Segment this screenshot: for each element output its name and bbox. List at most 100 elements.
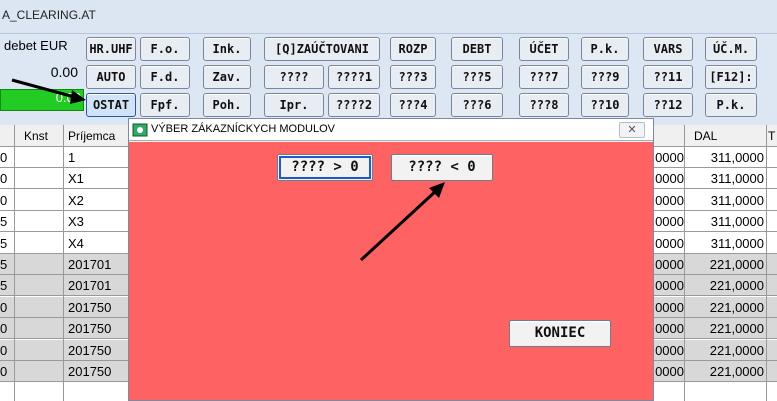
window-title: A_CLEARING.AT bbox=[2, 8, 96, 22]
btn-ostat[interactable]: OSTAT bbox=[86, 93, 136, 117]
btn-fd[interactable]: F.d. bbox=[140, 65, 190, 89]
cell-num1: 0000 bbox=[655, 321, 684, 337]
btn-zav[interactable]: Zav. bbox=[203, 65, 251, 89]
annotation-arrow-icon bbox=[359, 182, 445, 262]
btn-unknown-12[interactable]: ??12 bbox=[643, 93, 693, 117]
btn-pk-2[interactable]: P.k. bbox=[705, 93, 757, 117]
cell-knst: 5 bbox=[0, 214, 8, 230]
cell-prijemca: 201750 bbox=[68, 364, 112, 379]
toolbar: debet EUR 0.00 0.00 HR.UHF F.o. Ink. [Q]… bbox=[0, 34, 777, 125]
col-header-dal[interactable]: DAL bbox=[694, 129, 717, 143]
cell-dal: 311,0000 bbox=[710, 214, 764, 230]
btn-zauctovani[interactable]: [Q]ZAÚČTOVANI bbox=[264, 37, 380, 61]
btn-unknown-4[interactable]: ???4 bbox=[390, 93, 436, 117]
cell-knst: 0 bbox=[0, 150, 8, 165]
cell-num1: 0000 bbox=[655, 214, 684, 230]
cell-dal: 311,0000 bbox=[710, 150, 764, 165]
cell-prijemca: 201701 bbox=[68, 278, 112, 294]
btn-unknown-3[interactable]: ???3 bbox=[390, 65, 436, 89]
cell-num1: 0000 bbox=[655, 235, 684, 251]
cell-knst: 0 bbox=[0, 342, 8, 358]
btn-unknown-7[interactable]: ???7 bbox=[519, 65, 569, 89]
dialog-titlebar[interactable]: VÝBER ZÁKAZNÍCKYCH MODULOV ✕ bbox=[129, 119, 653, 141]
btn-unknown-10[interactable]: ??10 bbox=[581, 93, 629, 117]
btn-unknown-8[interactable]: ???8 bbox=[519, 93, 569, 117]
module-select-dialog: VÝBER ZÁKAZNÍCKYCH MODULOV ✕ ???? > 0 ??… bbox=[128, 118, 654, 401]
btn-unknown-9[interactable]: ???9 bbox=[581, 65, 629, 89]
cell-knst: 0 bbox=[0, 321, 8, 337]
btn-unknown-5[interactable]: ???5 bbox=[451, 65, 503, 89]
btn-koniec[interactable]: KONIEC bbox=[509, 320, 611, 347]
cell-knst: 0 bbox=[0, 192, 8, 208]
btn-ucet[interactable]: ÚČET bbox=[519, 37, 569, 61]
btn-unknown-6[interactable]: ???6 bbox=[451, 93, 503, 117]
cell-dal: 311,0000 bbox=[710, 192, 764, 208]
cell-prijemca: X3 bbox=[68, 214, 84, 230]
cell-dal: 221,0000 bbox=[709, 257, 764, 272]
btn-ucm[interactable]: ÚČ.M. bbox=[705, 37, 757, 61]
cell-knst: 0 bbox=[0, 171, 8, 187]
cell-num1: 0000 bbox=[655, 257, 684, 272]
cell-num1: 0000 bbox=[655, 364, 684, 379]
btn-hr-uhf[interactable]: HR.UHF bbox=[86, 37, 136, 61]
btn-pk[interactable]: P.k. bbox=[581, 37, 629, 61]
cell-knst: 5 bbox=[0, 235, 8, 251]
btn-vars[interactable]: VARS bbox=[643, 37, 693, 61]
app-icon bbox=[132, 123, 148, 137]
cell-prijemca: 201750 bbox=[68, 299, 112, 315]
btn-unknown-a[interactable]: ???? bbox=[264, 65, 324, 89]
btn-poh[interactable]: Poh. bbox=[203, 93, 251, 117]
cell-prijemca: X2 bbox=[68, 192, 84, 208]
cell-prijemca: X4 bbox=[68, 235, 84, 251]
col-header-knst[interactable]: Knst bbox=[24, 129, 48, 143]
cell-num1: 0000 bbox=[655, 299, 684, 315]
col-header-t[interactable]: T bbox=[768, 129, 775, 143]
grid-divider bbox=[684, 125, 685, 401]
cell-dal: 221,0000 bbox=[709, 342, 764, 358]
cell-prijemca: X1 bbox=[68, 171, 84, 187]
btn-rozp[interactable]: ROZP bbox=[390, 37, 436, 61]
green-amount-field[interactable]: 0.00 bbox=[0, 89, 84, 111]
cell-dal: 221,0000 bbox=[709, 299, 764, 315]
cell-knst: 0 bbox=[0, 364, 8, 379]
cell-dal: 311,0000 bbox=[710, 235, 764, 251]
cell-num1: 0000 bbox=[655, 150, 684, 165]
cell-num1: 0000 bbox=[655, 171, 684, 187]
cell-prijemca: 201701 bbox=[68, 257, 112, 272]
grid-divider bbox=[766, 125, 767, 401]
window-titlebar: A_CLEARING.AT bbox=[0, 0, 777, 34]
cell-prijemca: 1 bbox=[68, 150, 76, 165]
cell-knst: 5 bbox=[0, 278, 8, 294]
btn-negative[interactable]: ???? < 0 bbox=[391, 154, 493, 181]
btn-fpf[interactable]: Fpf. bbox=[140, 93, 190, 117]
cell-knst: 5 bbox=[0, 257, 8, 272]
cell-num1: 0000 bbox=[655, 342, 684, 358]
cell-dal: 221,0000 bbox=[709, 364, 764, 379]
close-icon[interactable]: ✕ bbox=[619, 122, 645, 138]
amount-value: 0.00 bbox=[50, 64, 78, 80]
btn-unknown-1[interactable]: ????1 bbox=[328, 65, 380, 89]
grid-divider bbox=[63, 125, 64, 401]
btn-f12[interactable]: [F12]: bbox=[705, 65, 757, 89]
col-header-prijemca[interactable]: Príjemca bbox=[68, 129, 115, 143]
btn-fo[interactable]: F.o. bbox=[140, 37, 190, 61]
grid-divider bbox=[14, 125, 15, 401]
btn-ink[interactable]: Ink. bbox=[203, 37, 251, 61]
cell-prijemca: 201750 bbox=[68, 342, 112, 358]
dialog-title: VÝBER ZÁKAZNÍCKYCH MODULOV bbox=[151, 123, 335, 135]
debet-label: debet EUR bbox=[4, 38, 68, 53]
cell-num1: 0000 bbox=[655, 192, 684, 208]
btn-auto[interactable]: AUTO bbox=[86, 65, 136, 89]
btn-ipr[interactable]: Ipr. bbox=[264, 93, 324, 117]
cell-knst: 0 bbox=[0, 299, 8, 315]
cell-num1: 0000 bbox=[655, 278, 684, 294]
btn-positive[interactable]: ???? > 0 bbox=[277, 154, 373, 181]
cell-dal: 221,0000 bbox=[709, 321, 764, 337]
btn-debt[interactable]: DEBT bbox=[451, 37, 503, 61]
dialog-body: ???? > 0 ???? < 0 KONIEC bbox=[129, 142, 653, 400]
cell-dal: 311,0000 bbox=[710, 171, 764, 187]
btn-unknown-2[interactable]: ????2 bbox=[328, 93, 380, 117]
cell-prijemca: 201750 bbox=[68, 321, 112, 337]
btn-unknown-11[interactable]: ??11 bbox=[643, 65, 693, 89]
cell-dal: 221,0000 bbox=[709, 278, 764, 294]
